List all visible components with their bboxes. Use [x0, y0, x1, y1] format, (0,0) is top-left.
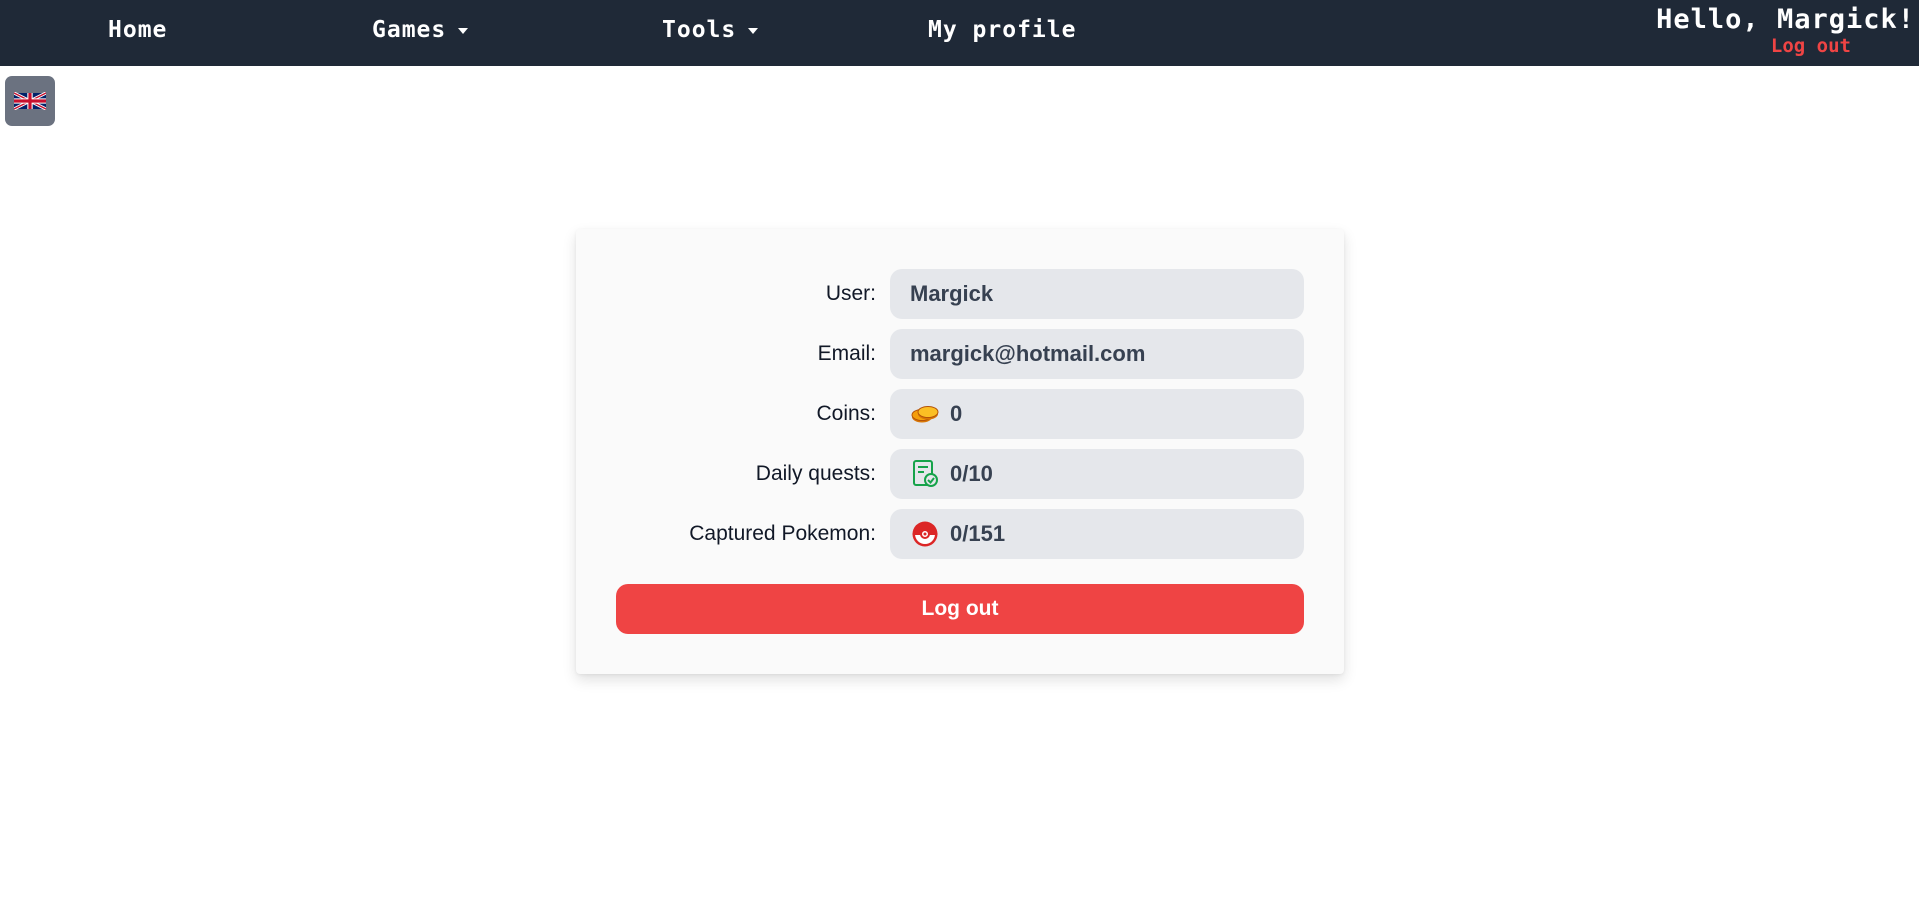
daily-quests-field: 0/10 [890, 449, 1304, 499]
user-greeting: Hello, Margick! Log out [1656, 4, 1915, 56]
captured-pokemon-label: Captured Pokemon: [689, 522, 876, 545]
nav-home[interactable]: Home [108, 14, 167, 46]
captured-pokemon-row: Captured Pokemon: 0/151 [616, 509, 1304, 559]
email-row: Email: margick@hotmail.com [616, 329, 1304, 379]
nav-games[interactable]: Games [372, 14, 469, 46]
greeting-text: Hello, Margick! [1656, 4, 1915, 35]
top-navbar: Home Games Tools My profile Hello, Margi… [0, 0, 1919, 66]
coins-field: 0 [890, 389, 1304, 439]
nav-logout-link[interactable]: Log out [1656, 36, 1851, 56]
logout-button[interactable]: Log out [616, 584, 1304, 634]
user-field: Margick [890, 269, 1304, 319]
email-value: margick@hotmail.com [910, 341, 1146, 366]
email-field: margick@hotmail.com [890, 329, 1304, 379]
user-value: Margick [910, 281, 994, 306]
chevron-down-icon [748, 27, 759, 34]
email-label: Email: [817, 342, 876, 365]
user-row: User: Margick [616, 269, 1304, 319]
nav-games-label: Games [372, 17, 447, 43]
daily-quests-label: Daily quests: [755, 462, 876, 485]
nav-my-profile[interactable]: My profile [928, 14, 1076, 46]
user-label: User: [825, 282, 876, 305]
coins-icon [910, 399, 940, 429]
language-button[interactable] [5, 76, 55, 126]
captured-pokemon-value: 0/151 [950, 521, 1006, 546]
uk-flag-icon [14, 92, 46, 110]
nav-tools[interactable]: Tools [662, 14, 759, 46]
coins-label: Coins: [816, 402, 876, 425]
coins-value: 0 [950, 401, 963, 426]
quest-list-icon [910, 459, 940, 489]
daily-quests-value: 0/10 [950, 461, 993, 486]
daily-quests-row: Daily quests: 0/10 [616, 449, 1304, 499]
captured-pokemon-field: 0/151 [890, 509, 1304, 559]
nav-tools-label: Tools [662, 17, 737, 43]
profile-card: User: Margick Email: margick@hotmail.com… [576, 229, 1344, 674]
chevron-down-icon [458, 27, 469, 34]
coins-row: Coins: 0 [616, 389, 1304, 439]
pokeball-icon [910, 519, 940, 549]
